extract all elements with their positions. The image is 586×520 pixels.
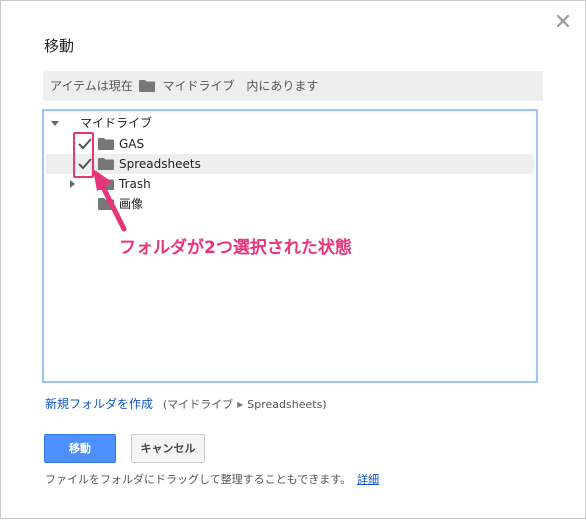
tree-item-label: Trash — [119, 177, 151, 191]
new-folder-link[interactable]: 新規フォルダを作成 — [45, 397, 153, 411]
drag-hint-text: ファイルをフォルダにドラッグして整理することもできます。 — [45, 473, 352, 486]
tree-item-label: Spreadsheets — [119, 157, 201, 171]
folder-icon — [98, 198, 114, 210]
chevron-right-icon: ▶ — [237, 400, 244, 409]
tree-row-root[interactable]: マイドライブ — [46, 113, 534, 133]
tree-item-label: GAS — [119, 137, 145, 151]
drag-hint: ファイルをフォルダにドラッグして整理することもできます。 詳細 — [45, 471, 379, 487]
cancel-button[interactable]: キャンセル — [131, 434, 205, 463]
location-folder-name: マイドライブ — [162, 79, 235, 93]
folder-icon — [98, 138, 114, 150]
dialog-title: 移動 — [44, 37, 75, 55]
tree-item-label: 画像 — [119, 197, 144, 211]
current-location-bar: アイテムは現在 マイドライブ 内にあります — [43, 71, 543, 101]
tree-row-trash[interactable]: Trash — [46, 174, 534, 194]
learn-more-link[interactable]: 詳細 — [357, 473, 379, 486]
caret-down-icon[interactable] — [50, 118, 60, 128]
path-root: マイドライブ — [167, 398, 234, 411]
location-suffix: 内にあります — [246, 79, 319, 93]
tree-root-label: マイドライブ — [80, 116, 153, 130]
path-leaf: Spreadsheets — [247, 398, 323, 411]
folder-icon — [138, 80, 155, 92]
tree-row-spreadsheets[interactable]: Spreadsheets — [46, 154, 534, 174]
tree-row-gas[interactable]: GAS — [46, 134, 534, 154]
annotation-text: フォルダが2つ選択された状態 — [119, 238, 352, 258]
tree-row-images[interactable]: 画像 — [46, 194, 534, 214]
new-folder-row: 新規フォルダを作成 (マイドライブ ▶ Spreadsheets) — [45, 395, 327, 412]
folder-icon — [98, 178, 114, 190]
annotation-highlight-box — [73, 132, 94, 178]
close-icon[interactable] — [555, 13, 571, 29]
move-button[interactable]: 移動 — [44, 434, 116, 463]
caret-right-icon[interactable] — [67, 179, 77, 189]
path-close: ) — [322, 398, 327, 411]
move-dialog: 移動 アイテムは現在 マイドライブ 内にあります マイドライブ GAS Spre… — [0, 0, 586, 519]
folder-icon — [98, 158, 114, 170]
location-prefix: アイテムは現在 — [50, 79, 133, 93]
new-folder-path: (マイドライブ ▶ Spreadsheets) — [163, 398, 327, 411]
